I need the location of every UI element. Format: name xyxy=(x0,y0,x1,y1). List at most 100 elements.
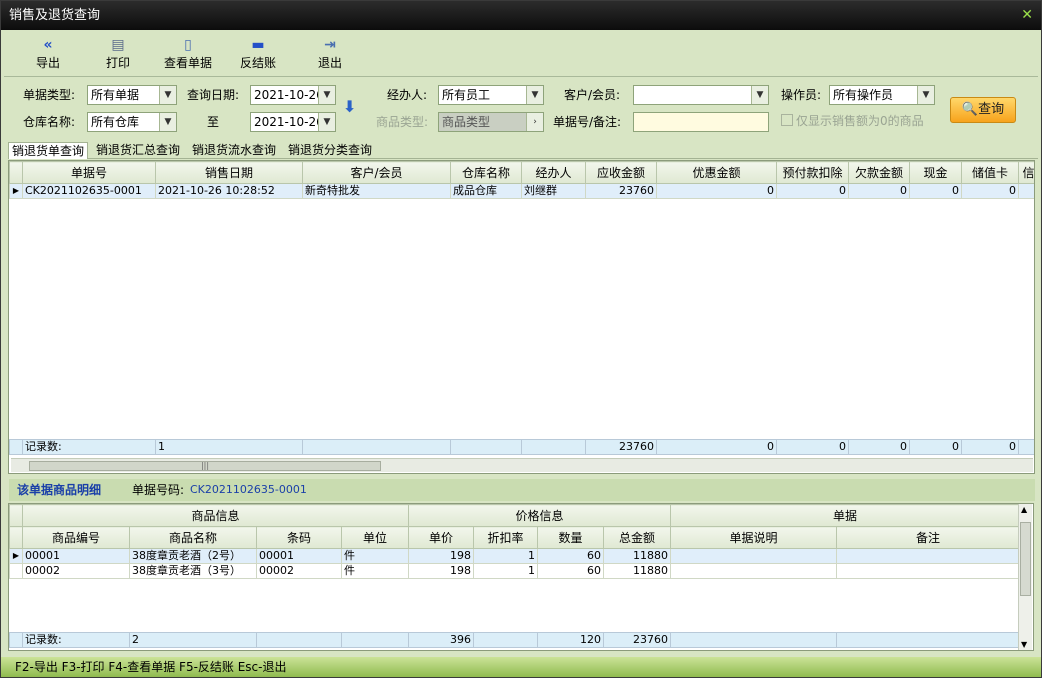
col-customer[interactable]: 客户/会员 xyxy=(302,161,451,184)
product-type-label: 商品类型: xyxy=(376,115,429,129)
col-handler[interactable]: 经办人 xyxy=(521,161,586,184)
query-button[interactable]: 🔍查询 xyxy=(950,97,1016,123)
col-discount-rate[interactable]: 折扣率 xyxy=(473,526,539,549)
close-icon[interactable]: ✕ xyxy=(1021,1,1033,30)
col-cash[interactable]: 现金 xyxy=(909,161,962,184)
zero-only-checkbox[interactable] xyxy=(781,114,793,126)
exit-button[interactable]: ⇥ 退出 xyxy=(312,36,348,71)
detail-doc-no: CK2021102635-0001 xyxy=(190,483,307,496)
col-arrears[interactable]: 欠款金额 xyxy=(848,161,910,184)
warehouse-value: 所有仓库 xyxy=(91,115,140,129)
customer-label: 客户/会员: xyxy=(564,88,621,102)
chevron-down-icon: ▼ xyxy=(159,86,176,104)
col-warehouse[interactable]: 仓库名称 xyxy=(450,161,522,184)
cell: 新奇特批发 xyxy=(302,183,451,199)
cell: 00002 xyxy=(22,563,130,579)
doc-type-select[interactable]: 所有单据 ▼ xyxy=(87,85,177,105)
col-total[interactable]: 总金额 xyxy=(603,526,672,549)
col-product-code[interactable]: 商品编号 xyxy=(22,526,130,549)
cell xyxy=(340,632,410,648)
main-window: 销售及退货查询 ✕ « 导出 ▤ 打印 ▯ 查看单据 ▬ 反结账 ⇥ 退出 单据… xyxy=(0,0,1042,678)
cell: 60 xyxy=(537,563,605,579)
print-button[interactable]: ▤ 打印 xyxy=(100,36,136,71)
cell: 38度章贡老酒（2号） xyxy=(129,548,257,564)
cell: 11880 xyxy=(603,548,672,564)
master-header-row: 单据号 销售日期 客户/会员 仓库名称 经办人 应收金额 优惠金额 预付款扣除 … xyxy=(9,161,1034,184)
col-barcode[interactable]: 条码 xyxy=(256,526,342,549)
cell: 件 xyxy=(340,563,410,579)
chevron-down-icon: ▼ xyxy=(526,86,543,104)
col-doc-no[interactable]: 单据号 xyxy=(22,161,156,184)
query-date-label: 查询日期: xyxy=(187,88,240,102)
cell xyxy=(836,548,1021,564)
col-product-name[interactable]: 商品名称 xyxy=(129,526,257,549)
toolbar: « 导出 ▤ 打印 ▯ 查看单据 ▬ 反结账 ⇥ 退出 xyxy=(4,30,1038,77)
handler-select[interactable]: 所有员工 ▼ xyxy=(438,85,544,105)
scroll-down-icon[interactable]: ▼ xyxy=(1021,640,1027,649)
cell xyxy=(1018,183,1034,199)
tab-return-flow-query[interactable]: 销退货流水查询 xyxy=(189,142,279,159)
customer-select[interactable]: ▼ xyxy=(633,85,769,105)
cell: 1 xyxy=(473,563,539,579)
operator-select[interactable]: 所有操作员 ▼ xyxy=(829,85,935,105)
cell: 00002 xyxy=(256,563,342,579)
col-discount[interactable]: 优惠金额 xyxy=(656,161,777,184)
scroll-thumb[interactable] xyxy=(1020,522,1031,596)
window-title: 销售及退货查询 xyxy=(9,8,101,23)
total-prepaid: 0 xyxy=(776,439,849,455)
to-label: 至 xyxy=(207,115,220,129)
zero-only-label: 仅显示销售额为0的商品 xyxy=(796,114,924,128)
date-from-picker[interactable]: 2021-10-26 ▼ xyxy=(250,85,336,105)
cell xyxy=(450,439,522,455)
reverse-settle-label: 反结账 xyxy=(239,56,276,70)
product-type-select: 商品类型 › xyxy=(438,112,544,132)
status-bar: F2-导出 F3-打印 F4-查看单据 F5-反结账 Esc-退出 xyxy=(1,657,1041,677)
total-discount: 0 xyxy=(656,439,777,455)
cell xyxy=(670,563,838,579)
row-pointer-icon: ▶ xyxy=(9,548,23,564)
col-quantity[interactable]: 数量 xyxy=(537,526,605,549)
export-button[interactable]: « 导出 xyxy=(30,36,66,71)
tab-return-doc-query[interactable]: 销退货单查询 xyxy=(8,142,89,159)
doc-no-input[interactable] xyxy=(633,112,769,132)
row-indicator-header xyxy=(9,161,23,184)
scroll-thumb[interactable]: ||| xyxy=(29,461,381,471)
reverse-settle-button[interactable]: ▬ 反结账 xyxy=(236,36,280,71)
col-receivable[interactable]: 应收金额 xyxy=(585,161,657,184)
record-count-label: 记录数: xyxy=(22,439,156,455)
chevron-down-icon: ▼ xyxy=(751,86,768,104)
col-credit[interactable]: 信 xyxy=(1018,161,1034,184)
arrow-down-icon[interactable]: ⬇ xyxy=(343,97,356,116)
tab-bar: 销退货单查询 销退货汇总查询 销退货流水查询 销退货分类查询 xyxy=(8,142,1038,159)
handler-label: 经办人: xyxy=(387,88,428,102)
col-prepaid[interactable]: 预付款扣除 xyxy=(776,161,849,184)
col-stored-card[interactable]: 储值卡 xyxy=(961,161,1019,184)
total-stored-card: 0 xyxy=(961,439,1019,455)
col-doc-note[interactable]: 单据说明 xyxy=(670,526,838,549)
scroll-up-icon[interactable]: ▲ xyxy=(1021,505,1027,514)
table-row[interactable]: ▶ CK2021102635-0001 2021-10-26 10:28:52 … xyxy=(9,183,1034,199)
cell: 60 xyxy=(537,548,605,564)
warehouse-select[interactable]: 所有仓库 ▼ xyxy=(87,112,177,132)
horizontal-scrollbar[interactable]: ||| xyxy=(11,458,1033,472)
table-row[interactable]: ▶ 00001 38度章贡老酒（2号） 00001 件 198 1 60 118… xyxy=(9,548,1021,564)
cell xyxy=(256,632,342,648)
date-to-value: 2021-10-26 xyxy=(254,115,324,129)
cell xyxy=(836,563,1021,579)
printer-icon: ▤ xyxy=(111,37,125,53)
col-remark[interactable]: 备注 xyxy=(836,526,1021,549)
chevron-down-icon: ▼ xyxy=(917,86,934,104)
col-sale-date[interactable]: 销售日期 xyxy=(155,161,303,184)
door-exit-icon: ⇥ xyxy=(324,37,336,53)
cell: 38度章贡老酒（3号） xyxy=(129,563,257,579)
vertical-scrollbar[interactable]: ▲ ▼ xyxy=(1018,504,1032,650)
col-unit-price[interactable]: 单价 xyxy=(408,526,475,549)
tab-return-category-query[interactable]: 销退货分类查询 xyxy=(285,142,375,159)
view-document-button[interactable]: ▯ 查看单据 xyxy=(160,36,216,71)
cell: 11880 xyxy=(603,563,672,579)
date-to-picker[interactable]: 2021-10-26 ▼ xyxy=(250,112,336,132)
record-count-label: 记录数: xyxy=(22,632,130,648)
tab-return-summary-query[interactable]: 销退货汇总查询 xyxy=(93,142,183,159)
table-row[interactable]: 00002 38度章贡老酒（3号） 00002 件 198 1 60 11880 xyxy=(9,563,1021,579)
col-unit[interactable]: 单位 xyxy=(340,526,410,549)
